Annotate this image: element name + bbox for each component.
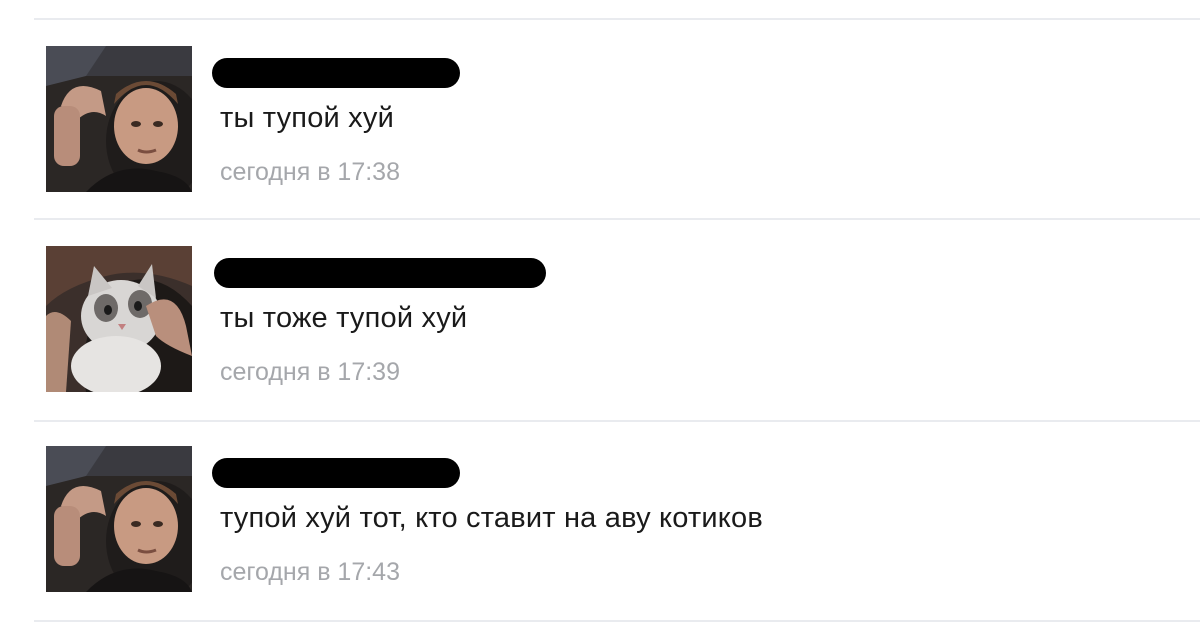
man-photo-avatar-icon [46,46,192,192]
divider [34,420,1200,422]
author-name-redacted [212,58,460,88]
message-item: ты тоже тупой хуй сегодня в 17:39 [0,246,1200,446]
message-item: тупой хуй тот, кто ставит на аву котиков… [0,446,1200,628]
author-name-redacted [212,458,460,488]
user-avatar[interactable] [46,246,192,392]
message-timestamp[interactable]: сегодня в 17:43 [220,558,400,587]
user-avatar[interactable] [46,446,192,592]
message-item: ты тупой хуй сегодня в 17:38 [0,46,1200,246]
user-avatar[interactable] [46,46,192,192]
message-text: тупой хуй тот, кто ставит на аву котиков [220,502,763,534]
divider [34,18,1200,20]
divider [34,218,1200,220]
message-timestamp[interactable]: сегодня в 17:39 [220,358,400,387]
message-text: ты тоже тупой хуй [220,302,468,334]
divider [34,620,1200,622]
author-name-redacted [214,258,546,288]
message-text: ты тупой хуй [220,102,394,134]
cat-photo-avatar-icon [46,246,192,392]
message-thread: ты тупой хуй сегодня в 17:38 ты тоже туп… [0,0,1200,628]
message-timestamp[interactable]: сегодня в 17:38 [220,158,400,187]
man-photo-avatar-icon [46,446,192,592]
